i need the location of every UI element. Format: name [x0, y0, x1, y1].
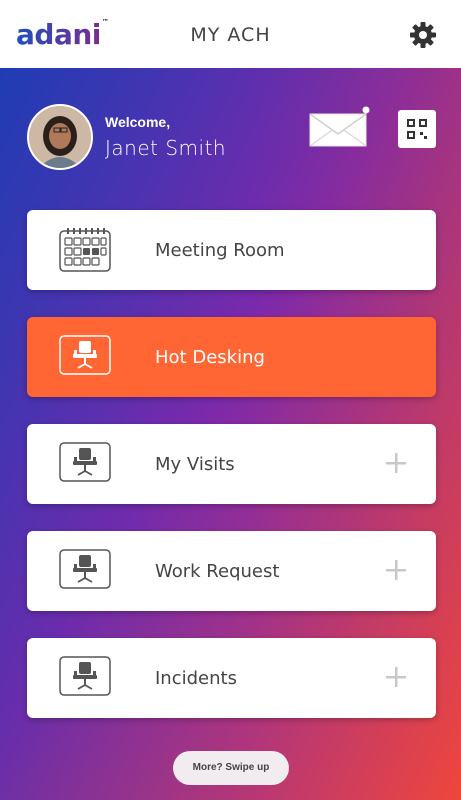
- plus-icon[interactable]: [385, 559, 407, 581]
- gear-icon[interactable]: [408, 20, 438, 50]
- notification-dot: [362, 106, 370, 114]
- menu-item-label: My Visits: [155, 454, 235, 475]
- chair-icon: [59, 549, 111, 593]
- chair-icon: [59, 442, 111, 486]
- menu-item-work-request[interactable]: Work Request: [27, 531, 436, 611]
- menu-item-label: Hot Desking: [155, 347, 265, 368]
- avatar[interactable]: [27, 104, 93, 170]
- menu-item-hot-desking[interactable]: Hot Desking: [27, 317, 436, 397]
- menu-item-label: Work Request: [155, 561, 280, 582]
- menu-item-my-visits[interactable]: My Visits: [27, 424, 436, 504]
- plus-icon[interactable]: [385, 666, 407, 688]
- app-header: adani™ MY ACH: [0, 0, 461, 69]
- menu-item-label: Incidents: [155, 668, 237, 689]
- menu-item-label: Meeting Room: [155, 240, 285, 261]
- page-title: MY ACH: [190, 24, 271, 46]
- user-name: Janet Smith: [105, 136, 227, 160]
- chair-icon: [59, 656, 111, 700]
- menu-item-incidents[interactable]: Incidents: [27, 638, 436, 718]
- welcome-greeting: Welcome,: [105, 114, 171, 130]
- swipe-up-button[interactable]: More? Swipe up: [173, 751, 289, 785]
- menu-item-meeting-room[interactable]: Meeting Room: [27, 210, 436, 290]
- plus-icon[interactable]: [385, 452, 407, 474]
- envelope-icon[interactable]: [308, 106, 370, 148]
- calendar-icon: [59, 228, 111, 272]
- chair-icon: [59, 335, 111, 379]
- qr-code-icon[interactable]: [398, 110, 436, 148]
